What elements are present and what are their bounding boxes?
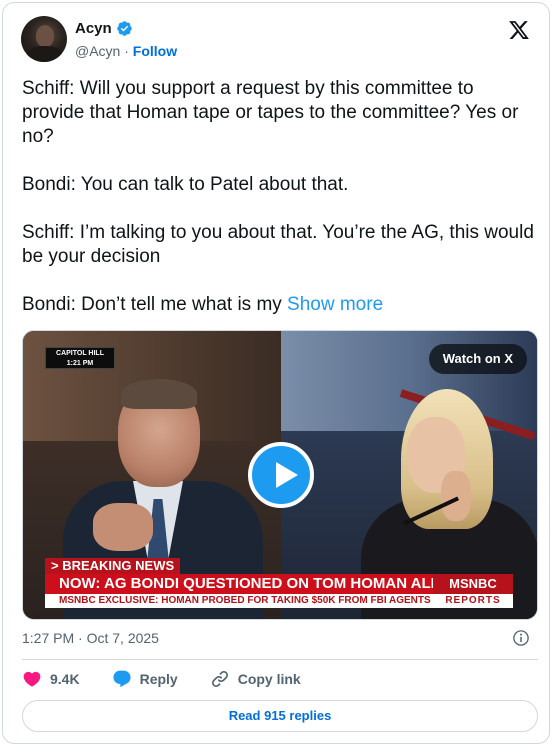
chyron-subline: MSNBC EXCLUSIVE: HOMAN PROBED FOR TAKING… [45, 594, 433, 608]
tweet-timestamp[interactable]: 1:27 PM · Oct 7, 2025 [22, 630, 159, 646]
hand [93, 503, 153, 551]
info-icon[interactable] [512, 629, 530, 647]
verified-badge-icon [116, 21, 132, 36]
x-logo-icon[interactable] [508, 19, 530, 41]
like-count: 9.4K [50, 671, 80, 687]
like-button[interactable]: 9.4K [22, 669, 80, 689]
watch-on-x-button[interactable]: Watch on X [428, 344, 527, 374]
author-handle-row: @Acyn · Follow [75, 43, 177, 59]
chyron-headline: NOW: AG BONDI QUESTIONED ON TOM HOMAN AL… [45, 574, 433, 594]
read-replies-button[interactable]: Read 915 replies [22, 700, 538, 732]
action-bar: 9.4K Reply Copy link [22, 669, 333, 689]
follow-button[interactable]: Follow [133, 43, 177, 59]
tweet-text: Schiff: Will you support a request by th… [22, 77, 537, 317]
reply-button[interactable]: Reply [112, 669, 178, 689]
copy-link-button[interactable]: Copy link [210, 669, 301, 689]
reply-label: Reply [139, 671, 178, 687]
copy-link-label: Copy link [237, 671, 301, 687]
author-name-row: Acyn [75, 20, 133, 37]
author-name[interactable]: Acyn [75, 20, 112, 37]
network-tag: REPORTS [433, 594, 513, 608]
location-time: 1:21 PM [66, 360, 94, 367]
avatar-face [36, 25, 54, 47]
reply-icon [113, 670, 131, 688]
network-logo: MSNBC [433, 574, 513, 594]
hair [121, 379, 197, 409]
link-icon [211, 670, 228, 688]
avatar[interactable] [21, 16, 67, 62]
show-more-link[interactable]: Show more [287, 294, 383, 315]
video-media[interactable]: CAPITOL HILL 1:21 PM Watch on X > BREAKI… [22, 330, 538, 620]
separator-dot: · [124, 43, 129, 59]
author-handle[interactable]: @Acyn [75, 43, 120, 59]
divider [22, 659, 538, 660]
tweet-body: Schiff: Will you support a request by th… [22, 78, 534, 315]
play-icon[interactable] [248, 442, 314, 508]
breaking-news-label: > BREAKING NEWS [45, 558, 181, 574]
location-bug: CAPITOL HILL 1:21 PM [45, 347, 115, 369]
heart-icon [23, 671, 41, 687]
tweet-card: Acyn @Acyn · Follow Schiff: Will you sup… [2, 2, 550, 744]
avatar-body [27, 46, 63, 62]
location-text: CAPITOL HILL [56, 350, 104, 357]
